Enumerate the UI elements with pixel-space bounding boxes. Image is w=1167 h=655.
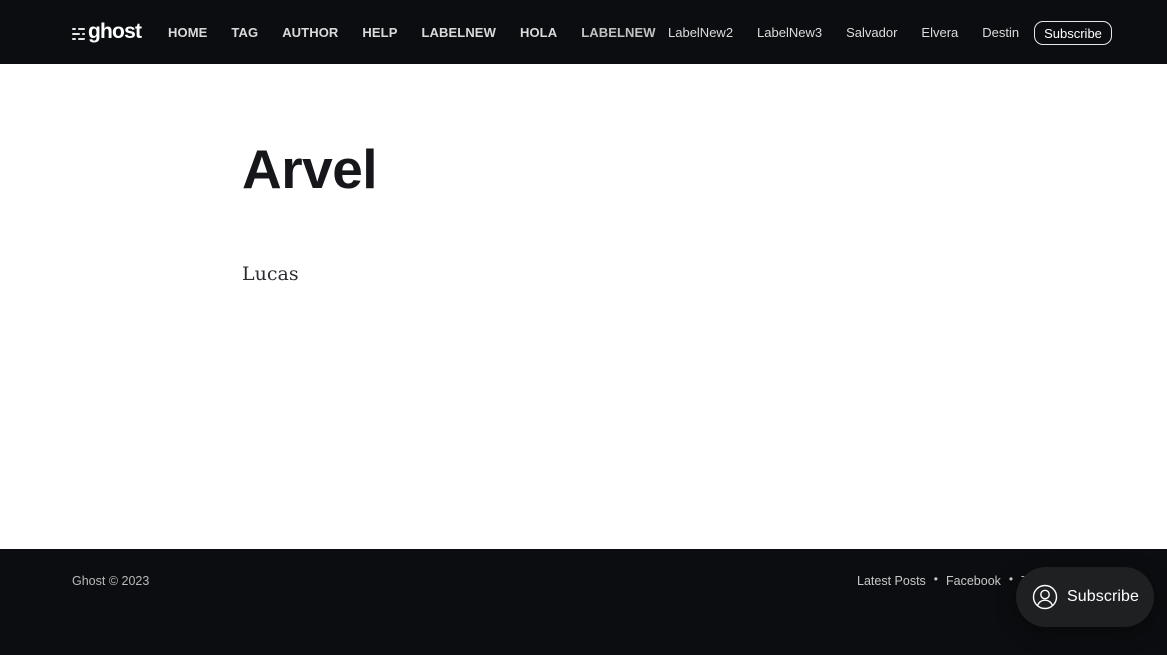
nav-item-author[interactable]: AUTHOR xyxy=(282,25,338,40)
footer-link-latest-posts[interactable]: Latest Posts xyxy=(857,574,926,588)
footer-link-facebook[interactable]: Facebook xyxy=(946,574,1001,588)
portal-subscribe-button[interactable]: Subscribe xyxy=(1016,567,1154,627)
footer-separator: • xyxy=(933,572,938,586)
header-subscribe-button[interactable]: Subscribe xyxy=(1034,21,1112,45)
page-body-text: Lucas xyxy=(242,263,299,285)
site-header: ghost HOME TAG AUTHOR HELP LABELNEW HOLA… xyxy=(0,0,1167,64)
page-title: Arvel xyxy=(242,138,378,200)
nav-item-hola[interactable]: HOLA xyxy=(520,25,557,40)
main-content: Arvel Lucas xyxy=(0,64,1167,549)
nav-item-labelnew3[interactable]: LabelNew3 xyxy=(757,25,822,40)
nav-item-labelnew2[interactable]: LabelNew2 xyxy=(668,25,733,40)
nav-item-home[interactable]: HOME xyxy=(168,25,207,40)
ghost-logo-icon xyxy=(72,27,85,40)
secondary-nav: LabelNew2 LabelNew3 Salvador Elvera Dest… xyxy=(668,0,1043,64)
site-footer: Ghost © 2023 Latest Posts • Facebook • T xyxy=(0,549,1167,655)
copyright-text: Ghost © 2023 xyxy=(72,574,150,588)
site-logo[interactable]: ghost xyxy=(72,19,142,45)
portal-subscribe-label: Subscribe xyxy=(1067,588,1140,605)
nav-item-elvera[interactable]: Elvera xyxy=(921,25,958,40)
nav-item-help[interactable]: HELP xyxy=(362,25,397,40)
nav-item-destin[interactable]: Destin xyxy=(982,25,1019,40)
primary-nav: HOME TAG AUTHOR HELP LABELNEW HOLA LABEL… xyxy=(168,0,680,64)
nav-item-salvador[interactable]: Salvador xyxy=(846,25,897,40)
user-circle-icon xyxy=(1032,584,1058,610)
footer-separator: • xyxy=(1008,572,1014,586)
logo-text: ghost xyxy=(88,20,142,43)
nav-item-labelnew[interactable]: LABELNEW xyxy=(421,25,495,40)
footer-nav: Latest Posts • Facebook • T xyxy=(857,572,1029,588)
nav-item-tag[interactable]: TAG xyxy=(231,25,258,40)
nav-item-labelnew-2[interactable]: LABELNEW xyxy=(581,25,655,40)
